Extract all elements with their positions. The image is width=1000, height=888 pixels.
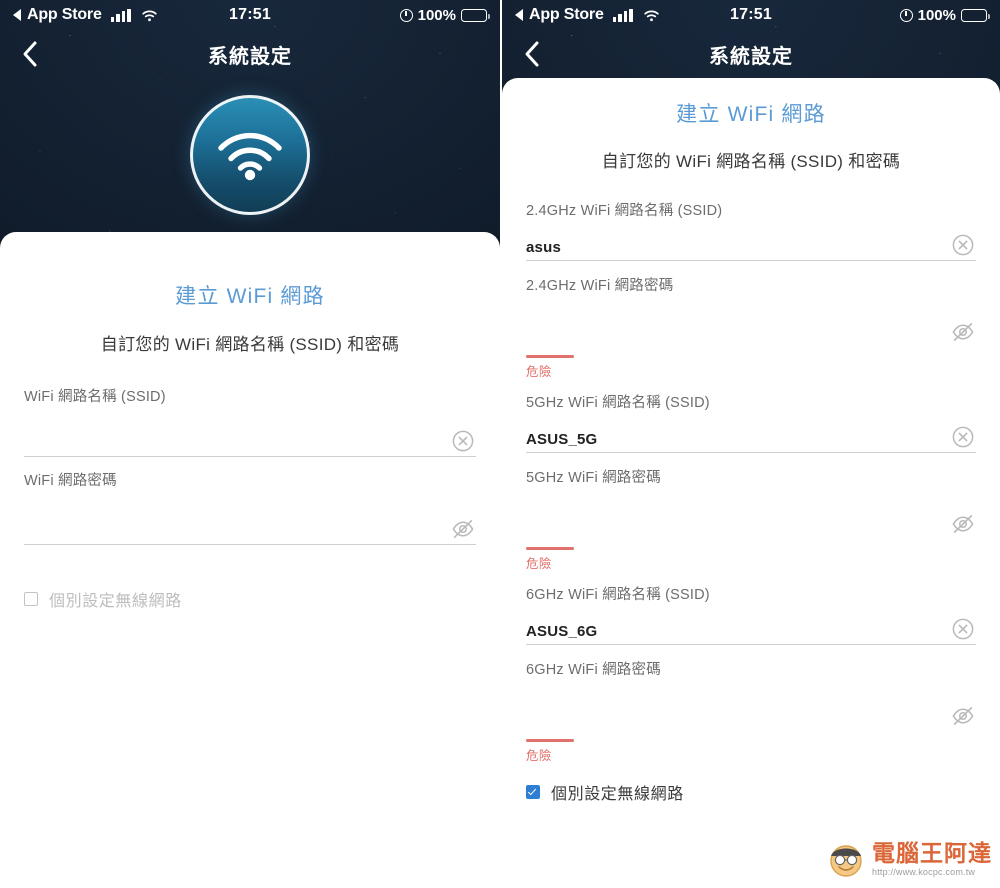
password-strength-bar — [526, 547, 574, 550]
individual-wireless-checkbox-label: 個別設定無線網路 — [49, 593, 182, 610]
status-bar-left: App Store — [13, 6, 158, 24]
field-label: 5GHz WiFi 網路密碼 — [526, 470, 661, 486]
form-title: 建立 WiFi 網路 — [676, 103, 826, 126]
clear-circle-x-icon[interactable] — [450, 428, 476, 454]
password-5ghz-input[interactable] — [526, 518, 950, 539]
field-label: 2.4GHz WiFi 網路密碼 — [526, 278, 674, 294]
field-24ghz-password: 2.4GHz WiFi 網路密碼 危險 — [526, 274, 976, 380]
form-subtitle: 自訂您的 WiFi 網路名稱 (SSID) 和密碼 — [601, 152, 901, 171]
field-label: WiFi 網路名稱 (SSID) — [24, 389, 166, 405]
clear-circle-x-icon[interactable] — [950, 424, 976, 450]
wifi-circle-logo-icon — [190, 95, 310, 215]
password-strength-meter-5ghz: 危險 — [526, 547, 976, 572]
field-label: 6GHz WiFi 網路密碼 — [526, 662, 661, 678]
page-title: 系統設定 — [208, 45, 292, 68]
field-24ghz-ssid: 2.4GHz WiFi 網路名稱 (SSID) — [526, 199, 976, 261]
eye-off-icon[interactable] — [950, 703, 976, 729]
individual-wireless-checkbox-label: 個別設定無線網路 — [551, 786, 684, 803]
clear-circle-x-icon[interactable] — [950, 616, 976, 642]
screenshot-root: App Store 17:51 100% 系統設定 建立 WiFi 網路 自訂您… — [0, 0, 1000, 888]
orientation-lock-icon — [399, 8, 413, 22]
password-strength-label: 危險 — [526, 365, 552, 379]
password-6ghz-input[interactable] — [526, 710, 950, 731]
back-triangle-icon[interactable] — [13, 9, 21, 21]
individual-wireless-checkbox-row-right[interactable]: 個別設定無線網路 — [526, 780, 976, 804]
password-strength-meter-6ghz: 危險 — [526, 739, 976, 764]
field-6ghz-password: 6GHz WiFi 網路密碼 危險 — [526, 658, 976, 764]
field-row — [526, 232, 976, 261]
battery-percent-label: 100% — [917, 6, 956, 24]
battery-icon — [461, 8, 490, 22]
field-label: 6GHz WiFi 網路名稱 (SSID) — [526, 587, 710, 603]
form-card-inner-left: 建立 WiFi 網路 自訂您的 WiFi 網路名稱 (SSID) 和密碼 WiF… — [0, 280, 500, 888]
ssid-24ghz-input[interactable] — [526, 239, 950, 260]
individual-wireless-checkbox-row-left[interactable]: 個別設定無線網路 — [24, 587, 476, 611]
password-strength-bar — [526, 355, 574, 358]
nav-bar: 系統設定 — [0, 30, 500, 78]
back-triangle-icon[interactable] — [515, 9, 523, 21]
eye-off-icon[interactable] — [450, 516, 476, 542]
wifi-icon — [643, 9, 660, 22]
field-wifi-password: WiFi 網路密碼 — [24, 469, 476, 545]
clear-circle-x-icon[interactable] — [950, 232, 976, 258]
field-wifi-ssid: WiFi 網路名稱 (SSID) — [24, 385, 476, 457]
page-title: 系統設定 — [709, 45, 793, 68]
field-row — [526, 319, 976, 347]
form-card-inner-right: 建立 WiFi 網路 自訂您的 WiFi 網路名稱 (SSID) 和密碼 2.4… — [502, 98, 1000, 888]
back-button[interactable] — [514, 37, 548, 71]
wifi-ssid-input[interactable] — [24, 435, 450, 456]
battery-percent-label: 100% — [417, 6, 456, 24]
password-strength-bar — [526, 739, 574, 742]
field-row — [24, 428, 476, 457]
field-label: 2.4GHz WiFi 網路名稱 (SSID) — [526, 203, 723, 219]
field-row — [526, 616, 976, 645]
form-card-left: 建立 WiFi 網路 自訂您的 WiFi 網路名稱 (SSID) 和密碼 WiF… — [0, 232, 500, 888]
status-bar-back-app-label[interactable]: App Store — [529, 6, 604, 24]
password-strength-label: 危險 — [526, 557, 552, 571]
status-bar: App Store 17:51 100% — [0, 0, 500, 30]
cellular-bars-icon — [612, 8, 633, 22]
wifi-password-input[interactable] — [24, 523, 450, 544]
hero-logo-area — [0, 78, 500, 232]
nav-bar: 系統設定 — [502, 30, 1000, 78]
field-row — [526, 511, 976, 539]
form-title: 建立 WiFi 網路 — [175, 285, 325, 308]
ssid-5ghz-input[interactable] — [526, 431, 950, 452]
eye-off-icon[interactable] — [950, 319, 976, 345]
field-label: WiFi 網路密碼 — [24, 473, 117, 489]
field-label: 5GHz WiFi 網路名稱 (SSID) — [526, 395, 710, 411]
field-5ghz-password: 5GHz WiFi 網路密碼 危險 — [526, 466, 976, 572]
status-bar: App Store 17:51 100% — [502, 0, 1000, 30]
status-bar-right: 100% — [899, 6, 990, 24]
password-24ghz-input[interactable] — [526, 326, 950, 347]
status-bar-back-app-label[interactable]: App Store — [27, 6, 102, 24]
field-5ghz-ssid: 5GHz WiFi 網路名稱 (SSID) — [526, 391, 976, 453]
battery-icon — [961, 8, 990, 22]
chevron-left-icon — [23, 41, 36, 67]
form-card-right: 建立 WiFi 網路 自訂您的 WiFi 網路名稱 (SSID) 和密碼 2.4… — [502, 78, 1000, 888]
password-strength-meter-24ghz: 危險 — [526, 355, 976, 380]
ssid-6ghz-input[interactable] — [526, 623, 950, 644]
individual-wireless-checkbox[interactable] — [24, 592, 38, 606]
status-bar-right: 100% — [399, 6, 490, 24]
cellular-bars-icon — [110, 8, 131, 22]
individual-wireless-checkbox[interactable] — [526, 785, 540, 799]
password-strength-label: 危險 — [526, 749, 552, 763]
field-row — [24, 516, 476, 545]
field-row — [526, 424, 976, 453]
orientation-lock-icon — [899, 8, 913, 22]
chevron-left-icon — [525, 41, 538, 67]
field-6ghz-ssid: 6GHz WiFi 網路名稱 (SSID) — [526, 583, 976, 645]
eye-off-icon[interactable] — [950, 511, 976, 537]
phone-screen-right: App Store 17:51 100% 系統設定 建立 WiFi 網路 自訂您… — [500, 0, 1000, 888]
phone-screen-left: App Store 17:51 100% 系統設定 建立 WiFi 網路 自訂您… — [0, 0, 500, 888]
wifi-icon — [141, 9, 158, 22]
back-button[interactable] — [12, 37, 46, 71]
form-subtitle: 自訂您的 WiFi 網路名稱 (SSID) 和密碼 — [100, 335, 400, 354]
field-row — [526, 703, 976, 731]
status-bar-left: App Store — [515, 6, 660, 24]
